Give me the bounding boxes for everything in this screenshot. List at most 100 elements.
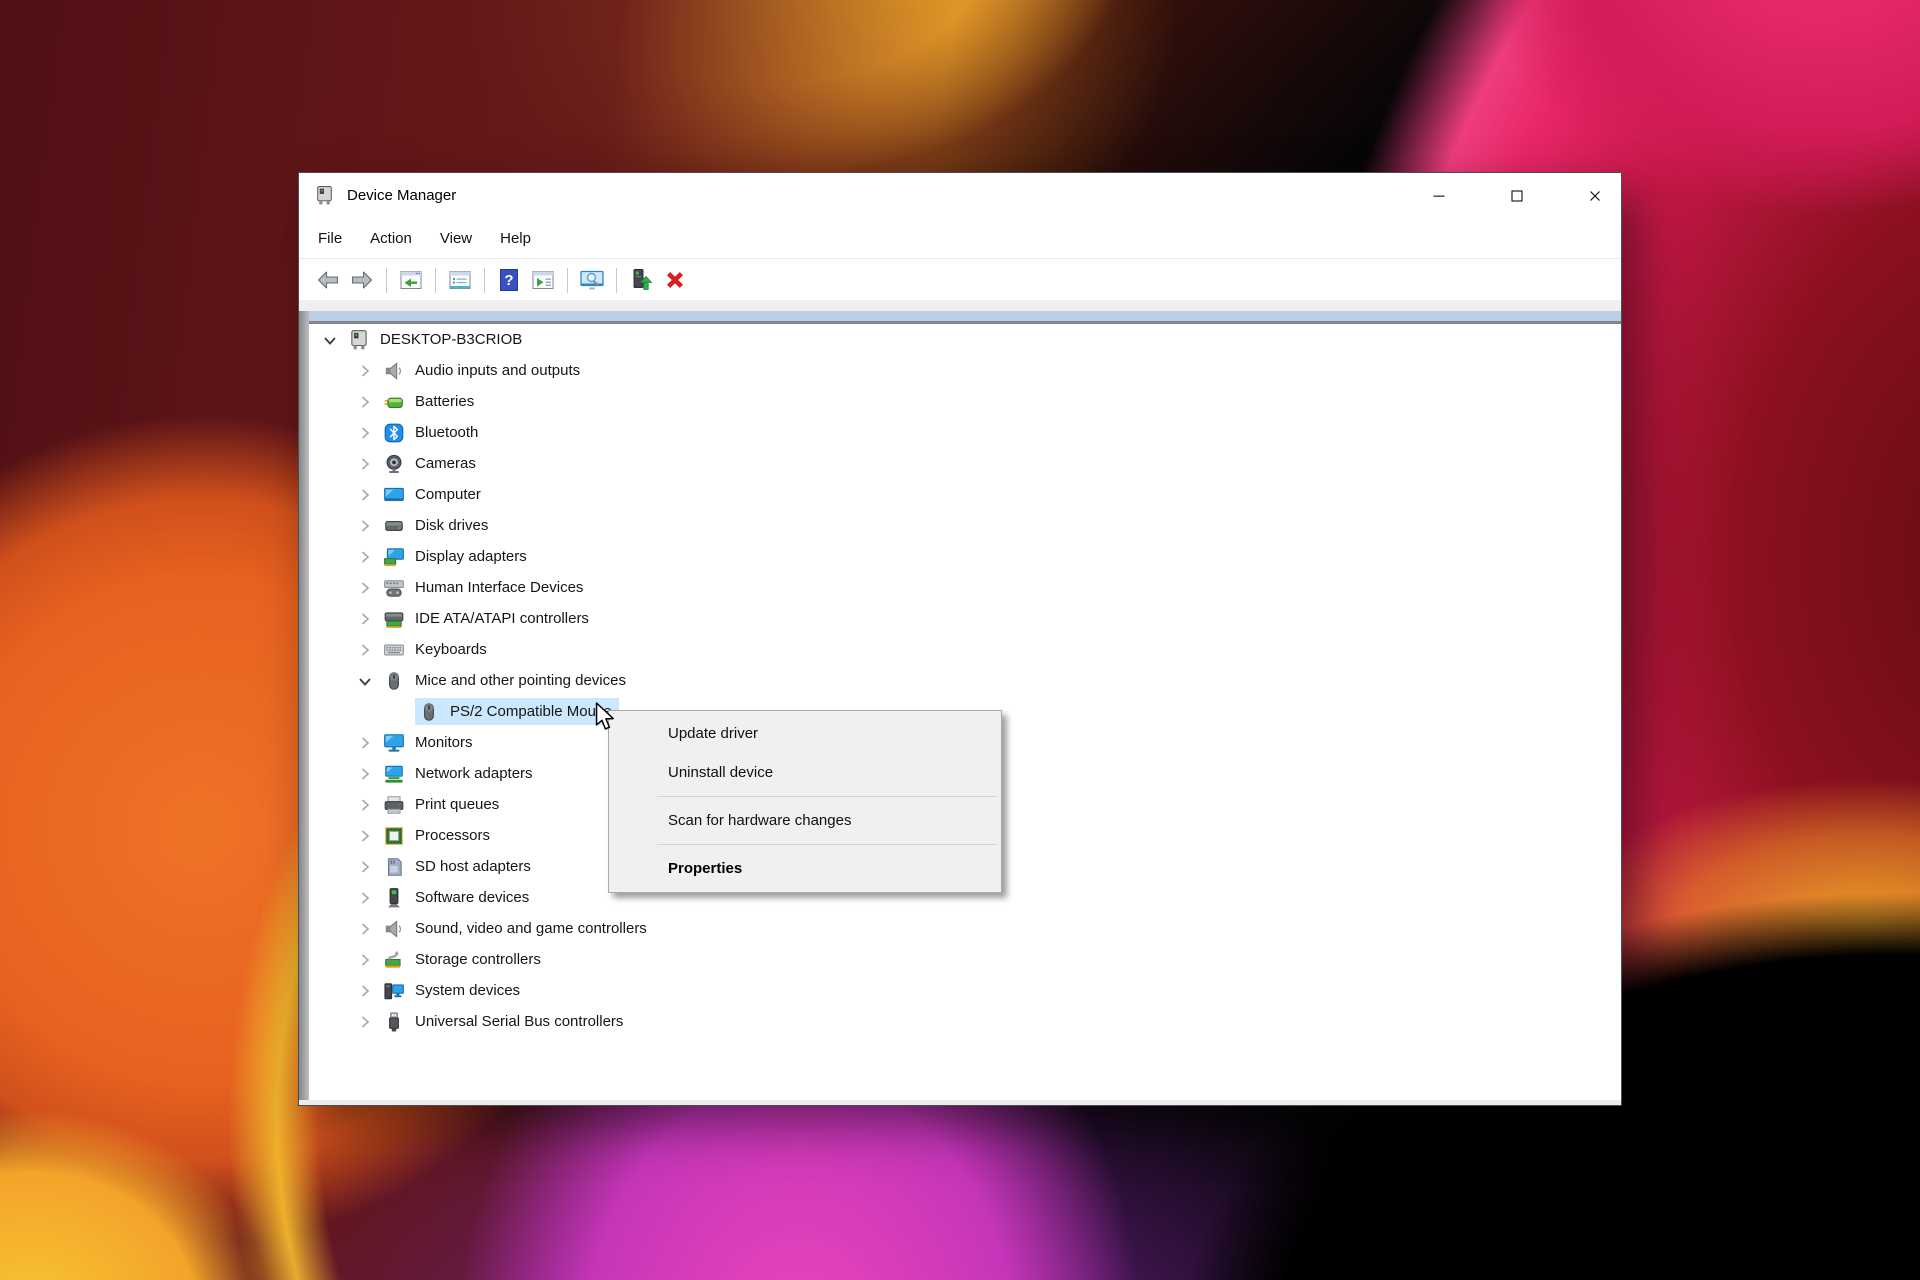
chevron-right-icon[interactable] <box>356 827 374 845</box>
menu-file[interactable]: File <box>318 230 342 247</box>
update-driver-icon[interactable] <box>628 267 654 293</box>
tree-item-content[interactable]: Software devices <box>380 884 536 911</box>
tree-item-label[interactable]: Cameras <box>415 455 478 472</box>
tree-item-label[interactable]: Batteries <box>415 393 476 410</box>
tree-item-label[interactable]: Network adapters <box>415 765 535 782</box>
tree-item-label[interactable]: Sound, video and game controllers <box>415 920 649 937</box>
tree-item-label[interactable]: Monitors <box>415 734 475 751</box>
chevron-right-icon[interactable] <box>356 579 374 597</box>
menu-view[interactable]: View <box>440 230 472 247</box>
menu-action[interactable]: Action <box>370 230 412 247</box>
tree-item-label[interactable]: Mice and other pointing devices <box>415 672 628 689</box>
tree-item-content[interactable]: Human Interface Devices <box>380 574 590 601</box>
chevron-right-icon[interactable] <box>356 765 374 783</box>
menu-help[interactable]: Help <box>500 230 531 247</box>
tree-item-system-devices[interactable]: System devices <box>309 975 1620 1006</box>
chevron-right-icon[interactable] <box>356 610 374 628</box>
chevron-right-icon[interactable] <box>356 734 374 752</box>
context-item-update-driver[interactable]: Update driver <box>609 714 1001 753</box>
title-bar[interactable]: Device Manager <box>299 173 1621 219</box>
tree-item-human-interface-devices[interactable]: Human Interface Devices <box>309 572 1620 603</box>
tree-item-content[interactable]: Batteries <box>380 388 481 415</box>
tree-item-universal-serial-bus-controllers[interactable]: Universal Serial Bus controllers <box>309 1006 1620 1037</box>
chevron-right-icon[interactable] <box>356 548 374 566</box>
scan-hardware-icon[interactable] <box>579 267 605 293</box>
action-pane-icon[interactable] <box>530 267 556 293</box>
tree-item-computer[interactable]: Computer <box>309 479 1620 510</box>
tree-item-label[interactable]: SD host adapters <box>415 858 533 875</box>
tree-item-content[interactable]: Universal Serial Bus controllers <box>380 1008 630 1035</box>
chevron-right-icon[interactable] <box>356 1013 374 1031</box>
tree-item-label[interactable]: Computer <box>415 486 483 503</box>
forward-icon[interactable] <box>349 267 375 293</box>
tree-item-content[interactable]: IDE ATA/ATAPI controllers <box>380 605 596 632</box>
maximize-button[interactable] <box>1491 173 1543 219</box>
uninstall-device-icon[interactable] <box>662 267 688 293</box>
tree-item-label[interactable]: PS/2 Compatible Mouse <box>450 703 614 720</box>
chevron-right-icon[interactable] <box>356 362 374 380</box>
chevron-right-icon[interactable] <box>356 517 374 535</box>
tree-item-content[interactable]: Mice and other pointing devices <box>380 667 633 694</box>
tree-item-content[interactable]: Keyboards <box>380 636 494 663</box>
tree-item-label[interactable]: Storage controllers <box>415 951 543 968</box>
tree-item-bluetooth[interactable]: Bluetooth <box>309 417 1620 448</box>
chevron-right-icon[interactable] <box>356 796 374 814</box>
tree-item-content[interactable]: Processors <box>380 822 497 849</box>
chevron-right-icon[interactable] <box>356 455 374 473</box>
chevron-right-icon[interactable] <box>356 920 374 938</box>
tree-item-display-adapters[interactable]: Display adapters <box>309 541 1620 572</box>
tree-item-content[interactable]: Print queues <box>380 791 506 818</box>
tree-item-content[interactable]: Sound, video and game controllers <box>380 915 654 942</box>
tree-item-keyboards[interactable]: Keyboards <box>309 634 1620 665</box>
tree-item-content[interactable]: Network adapters <box>380 760 540 787</box>
chevron-down-icon[interactable] <box>321 331 339 349</box>
context-item-properties[interactable]: Properties <box>609 849 1001 888</box>
tree-item-content[interactable]: Cameras <box>380 450 483 477</box>
selected-item-highlight[interactable]: PS/2 Compatible Mouse <box>415 698 619 725</box>
tree-item-label[interactable]: Universal Serial Bus controllers <box>415 1013 625 1030</box>
close-button[interactable] <box>1569 173 1621 219</box>
tree-item-ide-ata-atapi-controllers[interactable]: IDE ATA/ATAPI controllers <box>309 603 1620 634</box>
tree-item-content[interactable]: SD host adapters <box>380 853 538 880</box>
tree-item-content[interactable]: Storage controllers <box>380 946 548 973</box>
tree-item-desktop-b3criob[interactable]: DESKTOP-B3CRIOB <box>309 324 1620 355</box>
chevron-right-icon[interactable] <box>356 951 374 969</box>
tree-item-content[interactable]: Bluetooth <box>380 419 485 446</box>
tree-item-label[interactable]: Keyboards <box>415 641 489 658</box>
tree-item-label[interactable]: IDE ATA/ATAPI controllers <box>415 610 591 627</box>
tree-item-storage-controllers[interactable]: Storage controllers <box>309 944 1620 975</box>
tree-item-label[interactable]: Print queues <box>415 796 501 813</box>
tree-item-label[interactable]: Bluetooth <box>415 424 480 441</box>
chevron-right-icon[interactable] <box>356 889 374 907</box>
tree-item-mice-and-other-pointing-devices[interactable]: Mice and other pointing devices <box>309 665 1620 696</box>
tree-item-label[interactable]: Processors <box>415 827 492 844</box>
tree-item-content[interactable]: Disk drives <box>380 512 495 539</box>
tree-item-audio-inputs-and-outputs[interactable]: Audio inputs and outputs <box>309 355 1620 386</box>
tree-item-label[interactable]: Audio inputs and outputs <box>415 362 582 379</box>
console-tree-icon[interactable] <box>398 267 424 293</box>
tree-item-label[interactable]: Disk drives <box>415 517 490 534</box>
tree-item-label[interactable]: Software devices <box>415 889 531 906</box>
help-icon[interactable]: ? <box>496 267 522 293</box>
tree-item-batteries[interactable]: Batteries <box>309 386 1620 417</box>
chevron-right-icon[interactable] <box>356 858 374 876</box>
chevron-right-icon[interactable] <box>356 641 374 659</box>
chevron-right-icon[interactable] <box>356 424 374 442</box>
tree-item-content[interactable]: Monitors <box>380 729 480 756</box>
tree-item-content[interactable]: Audio inputs and outputs <box>380 357 587 384</box>
tree-item-content[interactable]: Computer <box>380 481 488 508</box>
chevron-right-icon[interactable] <box>356 393 374 411</box>
properties-icon[interactable] <box>447 267 473 293</box>
tree-item-content[interactable]: System devices <box>380 977 527 1004</box>
tree-item-sound-video-and-game-controllers[interactable]: Sound, video and game controllers <box>309 913 1620 944</box>
chevron-down-icon[interactable] <box>356 672 374 690</box>
context-item-scan-for-hardware-changes[interactable]: Scan for hardware changes <box>609 801 1001 840</box>
back-icon[interactable] <box>315 267 341 293</box>
chevron-right-icon[interactable] <box>356 486 374 504</box>
tree-item-label[interactable]: Human Interface Devices <box>415 579 585 596</box>
tree-item-disk-drives[interactable]: Disk drives <box>309 510 1620 541</box>
tree-item-label[interactable]: Display adapters <box>415 548 529 565</box>
tree-item-content[interactable]: DESKTOP-B3CRIOB <box>345 326 529 353</box>
chevron-right-icon[interactable] <box>356 982 374 1000</box>
tree-item-label[interactable]: System devices <box>415 982 522 999</box>
